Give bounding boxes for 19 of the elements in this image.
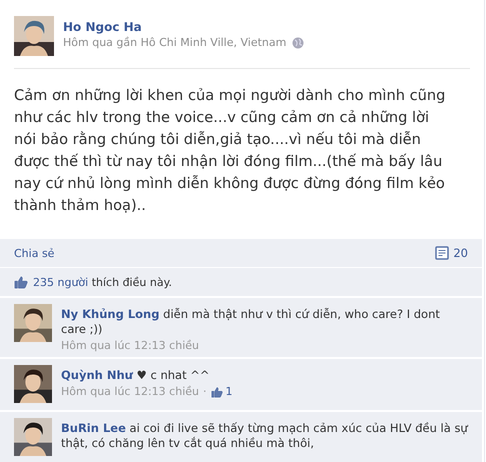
comment-like-count[interactable]: 1 [226,385,232,398]
comment-text: Quỳnh Như ♥ c nhat ^^ [61,368,211,383]
post-text: Cảm ơn những lời khen của mọi người dành cho mình cũng như các hlv trong the voice...v cũng cảm ơn cả những lời nói bảo rằng chúng tôi diễn,giả tạo....vì nếu tôi mà diễn được thế thì từ nay tôi nhận lời đóng film...(thế mà bấy lâu nay cứ nhủ lòng mình diễn không được đừng đóng film kẻo thành thảm hoạ).. [13,86,446,216]
comment-text: BuRin Lee ai coi đi live sẽ thấy từng mạch cảm xúc của HLV đều là sự thật, có chăng lên tv cắt quá nhiều mà thôi, [61,421,468,451]
separator-dot: · [203,385,206,398]
comment-icon [435,246,450,260]
comment-count[interactable]: 20 [453,246,468,260]
commenter-name[interactable]: Ny Khủng Long [61,307,160,321]
share-link[interactable]: Chia sẻ [14,246,54,260]
commenter-name[interactable]: Quỳnh Như [61,368,133,382]
post-meta: Hôm qua gần Hô Chi Minh Ville, Vietnam [63,36,286,49]
comment-text: Ny Khủng Long diễn mà thật như v thì cứ diễn, who care? I dont care ;)) [61,307,441,337]
author-name[interactable]: Ho Ngoc Ha [63,20,304,34]
likes-link[interactable]: 235 người [33,276,88,288]
commenter-name[interactable]: BuRin Lee [61,421,126,435]
globe-icon [292,36,304,48]
likes-summary: 235 người thích điều này. [33,276,172,288]
thumbs-up-icon [14,275,28,289]
thumbs-up-icon [210,386,222,398]
